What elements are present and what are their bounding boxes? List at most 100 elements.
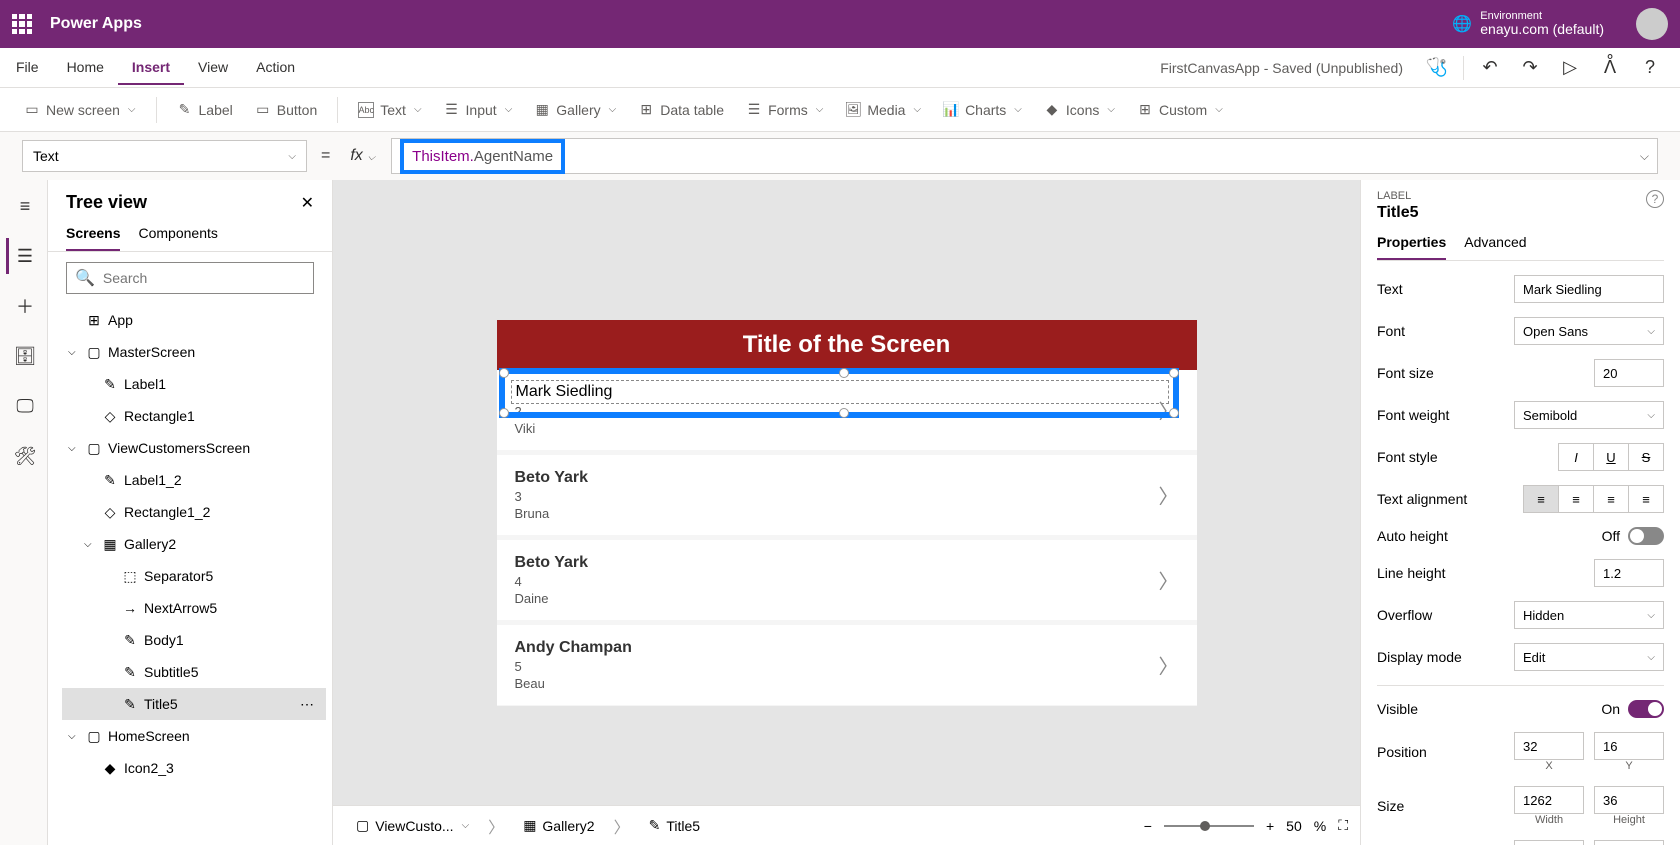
control-name: Title5 [1377, 204, 1664, 222]
zoom-value: 50 [1286, 818, 1302, 834]
media-btn[interactable]: 🖼Media⌵ [837, 96, 929, 124]
share-icon[interactable]: ᐰ [1592, 50, 1628, 86]
gallery-row[interactable]: Mark Siedling2Viki〉 [497, 370, 1197, 450]
tree-node-Title5[interactable]: ✎Title5⋯ [62, 688, 326, 720]
breadcrumb-gallery[interactable]: ▦Gallery2 [512, 812, 605, 839]
gallery-btn[interactable]: ▦Gallery⌵ [526, 96, 624, 124]
zoom-out-icon[interactable]: − [1144, 818, 1152, 834]
close-tree-icon[interactable]: ✕ [301, 193, 314, 213]
tree-node-Rectangle1_2[interactable]: ◇Rectangle1_2 [62, 496, 326, 528]
fit-icon[interactable]: ⛶ [1338, 817, 1348, 834]
prop-padtop-input[interactable]: 0 [1514, 840, 1584, 845]
menu-home[interactable]: Home [53, 51, 118, 85]
prop-displaymode-select[interactable]: Edit⌵ [1514, 643, 1664, 671]
insert-ribbon: ▭New screen⌵ ✎Label ▭Button AbcText⌵ ☰In… [0, 88, 1680, 132]
chevron-right-icon[interactable]: 〉 [1159, 650, 1179, 679]
input-icon: ☰ [444, 102, 460, 118]
undo-icon[interactable]: ↶ [1472, 50, 1508, 86]
prop-autoheight-toggle[interactable] [1628, 527, 1664, 545]
tree-node-Subtitle5[interactable]: ✎Subtitle5 [62, 656, 326, 688]
rail-add-icon[interactable]: ＋ [6, 288, 42, 324]
prop-y-input[interactable]: 16 [1594, 732, 1664, 760]
prop-align-group[interactable]: ≡≡≡≡ [1524, 485, 1664, 513]
tree-node-ViewCustomersScreen[interactable]: ⌵▢ViewCustomersScreen [62, 432, 326, 464]
prop-height-input[interactable]: 36 [1594, 786, 1664, 814]
tree-body: ⊞App⌵▢MasterScreen✎Label1◇Rectangle1⌵▢Vi… [48, 304, 332, 845]
gallery-row[interactable]: Beto Yark3Bruna〉 [497, 451, 1197, 535]
tree-node-Rectangle1[interactable]: ◇Rectangle1 [62, 400, 326, 432]
help-props-icon[interactable]: ? [1646, 190, 1664, 208]
tab-components[interactable]: Components [138, 225, 217, 251]
zoom-in-icon[interactable]: + [1266, 818, 1274, 834]
gallery-row[interactable]: Andy Champan5Beau〉 [497, 621, 1197, 705]
tab-advanced[interactable]: Advanced [1464, 234, 1526, 260]
chevron-right-icon[interactable]: 〉 [1159, 480, 1179, 509]
breadcrumb-screen[interactable]: ▢ViewCusto...⌵ [345, 812, 480, 839]
property-dropdown[interactable]: Text⌵ [22, 140, 307, 172]
tree-node-Label1[interactable]: ✎Label1 [62, 368, 326, 400]
tab-screens[interactable]: Screens [66, 225, 120, 251]
chevron-right-icon[interactable]: 〉 [1159, 565, 1179, 594]
environment-selector[interactable]: 🌐 Environment enayu.com (default) [1452, 10, 1604, 37]
tree-node-HomeScreen[interactable]: ⌵▢HomeScreen [62, 720, 326, 752]
user-avatar[interactable] [1636, 8, 1668, 40]
prop-font-select[interactable]: Open Sans⌵ [1514, 317, 1664, 345]
play-icon[interactable]: ▷ [1552, 50, 1588, 86]
tab-properties[interactable]: Properties [1377, 234, 1446, 260]
custom-btn[interactable]: ⊞Custom⌵ [1129, 96, 1231, 124]
tree-node-NextArrow5[interactable]: →NextArrow5 [62, 592, 326, 624]
tree-node-Gallery2[interactable]: ⌵▦Gallery2 [62, 528, 326, 560]
text-btn[interactable]: AbcText⌵ [350, 96, 429, 124]
shapes-icon: ◆ [1044, 102, 1060, 118]
label-btn[interactable]: ✎Label [169, 96, 241, 124]
tree-node-Separator5[interactable]: ⬚Separator5 [62, 560, 326, 592]
help-icon[interactable]: ? [1632, 50, 1668, 86]
prop-lineheight-input[interactable]: 1.2 [1594, 559, 1664, 587]
gallery[interactable]: Mark Siedling2Viki〉Beto Yark3Bruna〉Beto … [497, 370, 1197, 705]
charts-btn[interactable]: 📊Charts⌵ [935, 96, 1030, 124]
menu-file[interactable]: File [2, 51, 53, 85]
rail-tree-icon[interactable]: ☰ [6, 238, 42, 274]
tree-search-input[interactable] [103, 270, 305, 286]
left-rail: ≡ ☰ ＋ 🗄 🖵 🛠 [0, 180, 48, 845]
prop-overflow-select[interactable]: Hidden⌵ [1514, 601, 1664, 629]
input-btn[interactable]: ☰Input⌵ [436, 96, 521, 124]
chevron-right-icon[interactable]: 〉 [1159, 395, 1179, 424]
gallery-row[interactable]: Beto Yark4Daine〉 [497, 536, 1197, 620]
prop-width-input[interactable]: 1262 [1514, 786, 1584, 814]
tree-node-MasterScreen[interactable]: ⌵▢MasterScreen [62, 336, 326, 368]
breadcrumb-title[interactable]: ✎Title5 [638, 812, 711, 839]
tree-node-Body1[interactable]: ✎Body1 [62, 624, 326, 656]
app-checker-icon[interactable]: 🩺 [1419, 50, 1455, 86]
button-btn[interactable]: ▭Button [247, 96, 325, 124]
menu-action[interactable]: Action [242, 51, 309, 85]
canvas-area[interactable]: Title of the Screen Mark Siedling2Viki〉B… [333, 180, 1360, 845]
menu-insert[interactable]: Insert [118, 51, 184, 85]
expand-formula-icon[interactable]: ⌵ [1640, 149, 1649, 164]
menu-view[interactable]: View [184, 51, 242, 85]
new-screen-btn[interactable]: ▭New screen⌵ [16, 96, 144, 124]
prop-visible-toggle[interactable] [1628, 700, 1664, 718]
icons-btn[interactable]: ◆Icons⌵ [1036, 96, 1123, 124]
prop-padbottom-input[interactable]: 0 [1594, 840, 1664, 845]
rail-hamburger-icon[interactable]: ≡ [6, 188, 42, 224]
rail-tools-icon[interactable]: 🛠 [6, 438, 42, 474]
redo-icon[interactable]: ↷ [1512, 50, 1548, 86]
prop-fontstyle-group[interactable]: IUS [1559, 443, 1664, 471]
forms-btn[interactable]: ☰Forms⌵ [738, 96, 831, 124]
prop-x-input[interactable]: 32 [1514, 732, 1584, 760]
tree-node-Icon2_3[interactable]: ◆Icon2_3 [62, 752, 326, 784]
datatable-btn[interactable]: ⊞Data table [630, 96, 732, 124]
prop-fontsize-input[interactable]: 20 [1594, 359, 1664, 387]
tree-node-App[interactable]: ⊞App [62, 304, 326, 336]
prop-fontweight-select[interactable]: Semibold⌵ [1514, 401, 1664, 429]
formula-input[interactable]: ThisItem.AgentName ⌵ [391, 138, 1658, 174]
app-canvas[interactable]: Title of the Screen Mark Siedling2Viki〉B… [497, 320, 1197, 706]
tree-search[interactable]: 🔍 [66, 262, 314, 294]
rail-data-icon[interactable]: 🗄 [6, 338, 42, 374]
rail-media-icon[interactable]: 🖵 [6, 388, 42, 424]
tree-node-Label1_2[interactable]: ✎Label1_2 [62, 464, 326, 496]
prop-text-input[interactable]: Mark Siedling [1514, 275, 1664, 303]
form-icon: ☰ [746, 102, 762, 118]
waffle-icon[interactable] [12, 14, 32, 34]
